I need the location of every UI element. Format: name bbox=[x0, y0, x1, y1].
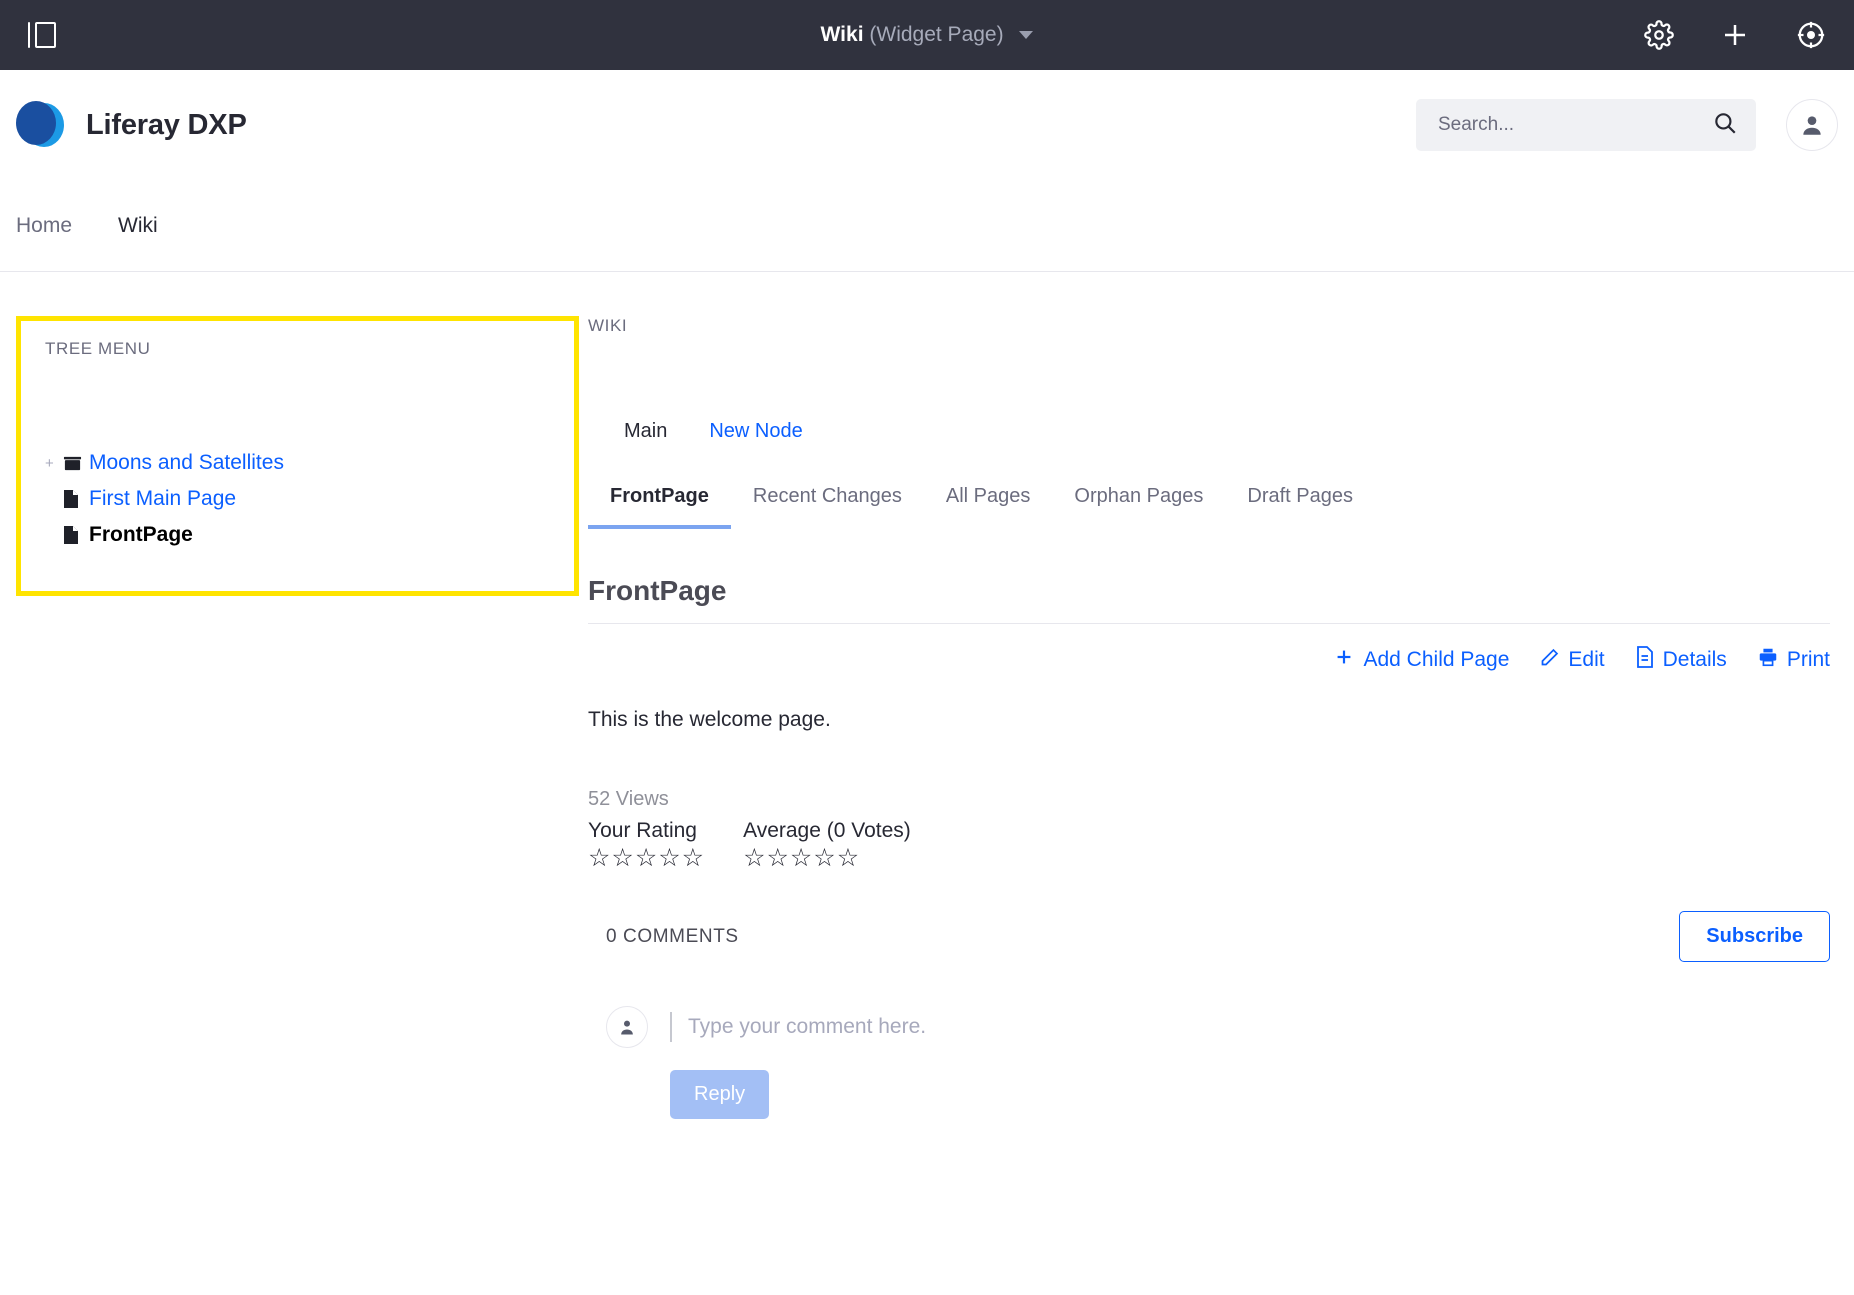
view-count: 52 Views bbox=[588, 788, 669, 810]
page-content: TREE MENU + Moons and Satellites First M… bbox=[0, 272, 1854, 1119]
gear-icon[interactable] bbox=[1644, 20, 1674, 50]
wiki-action-links: Add Child Page Edit Details Print bbox=[588, 624, 1830, 674]
nav-item-home[interactable]: Home bbox=[16, 214, 72, 238]
average-rating-block: Average (0 Votes) ☆☆☆☆☆ bbox=[743, 819, 911, 873]
user-avatar-icon[interactable] bbox=[1786, 99, 1838, 151]
comments-count: 0 COMMENTS bbox=[606, 925, 739, 947]
action-label: Add Child Page bbox=[1363, 648, 1510, 671]
brand-name: Liferay DXP bbox=[86, 108, 247, 141]
your-rating-stars[interactable]: ☆☆☆☆☆ bbox=[588, 843, 705, 873]
print-icon bbox=[1757, 646, 1779, 674]
action-label: Details bbox=[1662, 648, 1727, 671]
tree-item-label[interactable]: Moons and Satellites bbox=[89, 451, 284, 475]
wiki-page-title: FrontPage bbox=[588, 529, 1830, 624]
tree-menu-portlet: TREE MENU + Moons and Satellites First M… bbox=[16, 316, 579, 596]
wiki-page-tabs: FrontPage Recent Changes All Pages Orpha… bbox=[588, 485, 1830, 529]
add-child-page-link[interactable]: Add Child Page bbox=[1333, 646, 1509, 674]
header-right: Search... bbox=[1416, 99, 1838, 151]
topbar-title-main: Wiki bbox=[820, 23, 864, 46]
edit-link[interactable]: Edit bbox=[1539, 647, 1605, 674]
tree-menu-label: TREE MENU bbox=[45, 339, 151, 358]
comments-bar: 0 COMMENTS Subscribe bbox=[588, 873, 1830, 962]
tab-orphan-pages[interactable]: Orphan Pages bbox=[1052, 485, 1225, 529]
comment-compose: Type your comment here. bbox=[588, 962, 1830, 1048]
sidebar-panel-icon[interactable] bbox=[28, 18, 58, 52]
chevron-down-icon[interactable] bbox=[1019, 31, 1034, 40]
page-icon bbox=[63, 489, 89, 509]
reply-button[interactable]: Reply bbox=[670, 1070, 770, 1119]
wiki-portlet: WIKI Main New Node FrontPage Recent Chan… bbox=[580, 316, 1830, 1119]
tree-item-moons-and-satellites[interactable]: + Moons and Satellites bbox=[45, 445, 550, 481]
average-rating-label: Average (0 Votes) bbox=[743, 819, 911, 842]
site-navigation: Home Wiki bbox=[0, 180, 1854, 272]
your-rating-block: Your Rating ☆☆☆☆☆ bbox=[588, 819, 705, 873]
plus-icon bbox=[1333, 646, 1355, 674]
action-label: Print bbox=[1786, 648, 1830, 671]
node-tab-main[interactable]: Main bbox=[624, 420, 667, 443]
details-link[interactable]: Details bbox=[1635, 646, 1727, 674]
tab-draft-pages[interactable]: Draft Pages bbox=[1225, 485, 1375, 529]
tab-all-pages[interactable]: All Pages bbox=[924, 485, 1053, 529]
search-placeholder: Search... bbox=[1438, 114, 1515, 135]
pencil-icon bbox=[1539, 647, 1560, 674]
sidebar-panel-bar bbox=[28, 22, 30, 48]
tab-recent-changes[interactable]: Recent Changes bbox=[731, 485, 924, 529]
search-icon[interactable] bbox=[1712, 110, 1738, 141]
subscribe-button[interactable]: Subscribe bbox=[1679, 911, 1830, 962]
nav-item-wiki[interactable]: Wiki bbox=[118, 214, 158, 238]
print-link[interactable]: Print bbox=[1757, 646, 1830, 674]
wiki-portlet-label: WIKI bbox=[588, 316, 628, 335]
topbar-title-sub: (Widget Page) bbox=[869, 23, 1004, 46]
site-header: Liferay DXP Search... bbox=[0, 70, 1854, 180]
wiki-body-text: This is the welcome page. bbox=[588, 708, 831, 731]
search-input[interactable]: Search... bbox=[1416, 99, 1756, 151]
tree-item-frontpage[interactable]: FrontPage bbox=[45, 517, 550, 553]
tree-item-first-main-page[interactable]: First Main Page bbox=[45, 481, 550, 517]
topbar-actions bbox=[1644, 20, 1826, 50]
folder-icon bbox=[63, 454, 89, 473]
reply-row: Reply bbox=[588, 1048, 1830, 1119]
comment-placeholder: Type your comment here. bbox=[688, 1015, 927, 1038]
left-column: TREE MENU + Moons and Satellites First M… bbox=[0, 316, 580, 1119]
logo-circle-dark bbox=[16, 101, 56, 145]
tree-expander-icon[interactable]: + bbox=[45, 455, 63, 472]
text-cursor bbox=[670, 1012, 672, 1042]
target-icon[interactable] bbox=[1796, 20, 1826, 50]
average-rating-stars: ☆☆☆☆☆ bbox=[743, 844, 861, 872]
wiki-node-tabs: Main New Node bbox=[588, 420, 1830, 443]
right-column: WIKI Main New Node FrontPage Recent Chan… bbox=[580, 316, 1854, 1119]
comment-input[interactable]: Type your comment here. bbox=[670, 1006, 926, 1048]
page-title-bar: Wiki (Widget Page) bbox=[0, 23, 1854, 47]
page-icon bbox=[63, 525, 89, 545]
action-label: Edit bbox=[1568, 648, 1605, 671]
plus-icon[interactable] bbox=[1720, 20, 1750, 50]
tree-item-label[interactable]: First Main Page bbox=[89, 487, 236, 511]
liferay-logo-icon bbox=[16, 101, 64, 149]
node-tab-new-node[interactable]: New Node bbox=[709, 420, 802, 443]
document-icon bbox=[1635, 646, 1655, 674]
brand[interactable]: Liferay DXP bbox=[16, 101, 247, 149]
user-avatar-icon bbox=[606, 1006, 648, 1048]
sidebar-panel-box bbox=[35, 22, 56, 48]
product-topbar: Wiki (Widget Page) bbox=[0, 0, 1854, 70]
tree-item-label: FrontPage bbox=[89, 523, 193, 546]
ratings-section: Your Rating ☆☆☆☆☆ Average (0 Votes) ☆☆☆☆… bbox=[588, 811, 1830, 873]
your-rating-label: Your Rating bbox=[588, 819, 697, 842]
tab-frontpage[interactable]: FrontPage bbox=[588, 485, 731, 529]
